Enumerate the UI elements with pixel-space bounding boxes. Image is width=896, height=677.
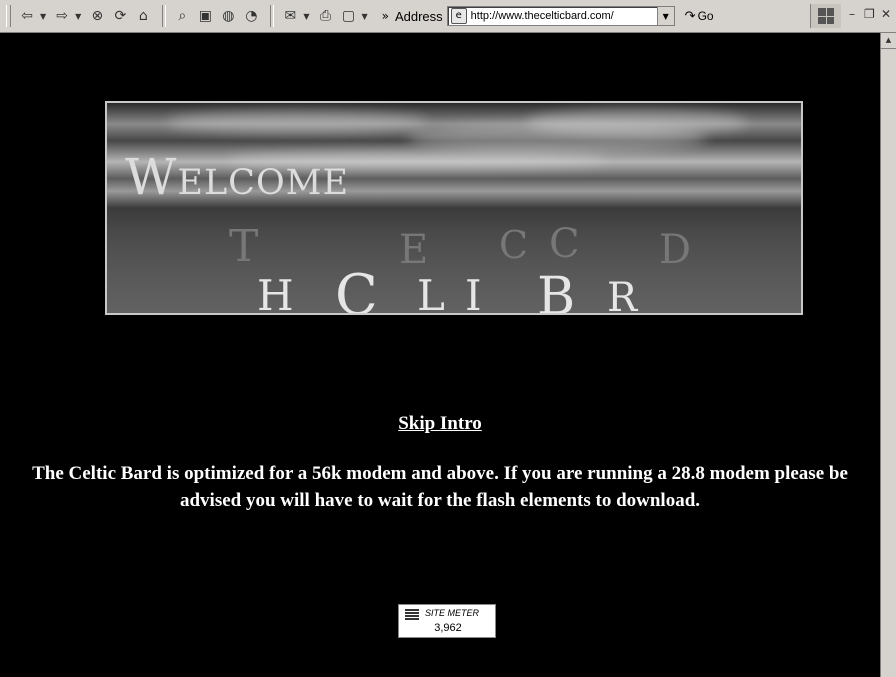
refresh-icon[interactable]: ⟳ (110, 5, 130, 27)
toolbar-separator (270, 5, 275, 27)
welcome-banner[interactable]: Welcome T H C E C L I C B R D (105, 101, 803, 315)
site-meter-title: SITE METER (425, 608, 480, 618)
banner-letter: L (417, 271, 445, 315)
site-meter-icon (405, 609, 419, 620)
web-page: Welcome T H C E C L I C B R D Skip Intro… (0, 33, 880, 677)
url-field[interactable]: http://www.thecelticbard.com/ (471, 10, 657, 22)
mail-dropdown-icon[interactable]: ▼ (303, 12, 309, 21)
favorites-icon[interactable]: ▣ (195, 5, 215, 27)
page-icon: e (450, 8, 467, 24)
home-icon[interactable]: ⌂ (133, 5, 153, 27)
cloud-shape (167, 111, 427, 133)
banner-letter: C (335, 263, 378, 315)
skip-intro-link[interactable]: Skip Intro (0, 413, 880, 435)
forward-dropdown-icon[interactable]: ▼ (75, 12, 81, 21)
site-meter-count: 3,962 (434, 622, 462, 634)
go-arrow-icon: ↷ (684, 8, 696, 24)
toolbar-grip[interactable] (6, 5, 11, 27)
welcome-text: Welcome (125, 148, 350, 206)
toolbar-separator (162, 5, 167, 27)
windows-logo-icon (810, 4, 841, 28)
banner-letter: C (499, 223, 529, 267)
vertical-scrollbar[interactable]: ▲ (880, 33, 896, 677)
search-icon[interactable]: ⌕ (172, 5, 192, 27)
browser-toolbar: ⇦ ▼ ⇨ ▼ ⊗ ⟳ ⌂ ⌕ ▣ ◍ ◔ ✉ ▼ ⎙ ▢ ▼ » Addres… (0, 0, 896, 33)
close-icon[interactable]: ✕ (881, 7, 891, 21)
banner-letter: I (465, 271, 482, 315)
media-icon[interactable]: ◍ (218, 5, 238, 27)
banner-letter: B (537, 267, 576, 315)
site-meter-badge[interactable]: SITE METER 3,962 (398, 604, 496, 638)
forward-arrow-icon[interactable]: ⇨ (52, 5, 72, 27)
go-button[interactable]: ↷ Go (685, 9, 714, 24)
banner-letter: E (399, 227, 429, 273)
history-icon[interactable]: ◔ (241, 5, 261, 27)
go-label: Go (697, 9, 714, 23)
address-label: Address (394, 8, 443, 24)
address-bar[interactable]: e http://www.thecelticbard.com/ ▼ (446, 6, 675, 26)
banner-letter: T (229, 221, 259, 272)
stop-icon[interactable]: ⊗ (87, 5, 107, 27)
address-dropdown-icon[interactable]: ▼ (656, 7, 674, 25)
mail-icon[interactable]: ✉ (280, 5, 300, 27)
minimize-icon[interactable]: – (849, 7, 855, 21)
back-dropdown-icon[interactable]: ▼ (40, 12, 46, 21)
print-icon[interactable]: ⎙ (315, 5, 335, 27)
more-chevron-icon[interactable]: » (382, 9, 389, 23)
banner-letter: R (607, 275, 638, 315)
scroll-up-icon[interactable]: ▲ (881, 33, 896, 49)
back-arrow-icon[interactable]: ⇦ (17, 5, 37, 27)
edit-icon[interactable]: ▢ (338, 5, 358, 27)
banner-letter: C (549, 221, 580, 267)
edit-dropdown-icon[interactable]: ▼ (361, 12, 367, 21)
banner-letter: H (257, 271, 294, 315)
banner-letter: D (659, 227, 692, 273)
cloud-shape (527, 109, 747, 135)
modem-notice: The Celtic Bard is optimized for a 56k m… (32, 463, 848, 511)
restore-icon[interactable]: ❐ (864, 7, 875, 21)
